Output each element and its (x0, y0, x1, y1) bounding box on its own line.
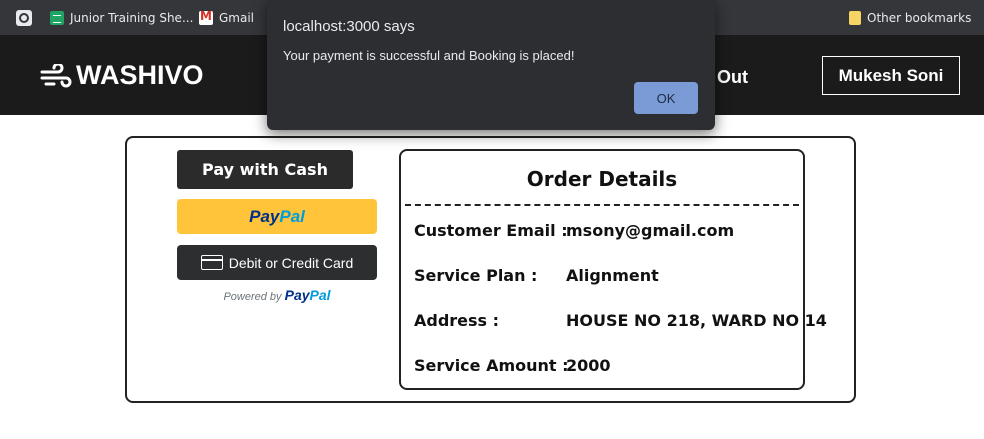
paypal-logo-pay: Pay (249, 206, 280, 226)
folder-icon (849, 11, 861, 25)
pay-with-cash-button[interactable]: Pay with Cash (177, 150, 353, 189)
logo[interactable]: WASHIVO (40, 60, 204, 91)
credit-card-icon (200, 255, 223, 270)
customer-email-label: Customer Email : (414, 221, 568, 240)
powered-by-paypal: Powered by PayPal (177, 287, 377, 303)
search-icon (16, 10, 32, 26)
powered-paypal-pal: Pal (309, 287, 331, 303)
bookmark-other[interactable]: Other bookmarks (849, 9, 971, 27)
dialog-title: localhost:3000 says (283, 18, 415, 35)
powered-by-text: Powered by (223, 291, 282, 303)
service-amount-label: Service Amount : (414, 356, 569, 375)
order-details-panel: Order Details Customer Email : msony@gma… (399, 149, 827, 390)
service-plan-label: Service Plan : (414, 266, 538, 285)
sheets-icon (50, 11, 64, 25)
powered-paypal-pay: Pay (284, 287, 310, 303)
service-amount-value: 2000 (566, 356, 611, 375)
bookmark-junior-training[interactable]: Junior Training She... (50, 9, 193, 27)
bookmark-search[interactable] (16, 9, 32, 27)
dashed-divider (405, 204, 799, 206)
card-button-label: Debit or Credit Card (228, 254, 354, 271)
dialog-message: Your payment is successful and Booking i… (283, 48, 575, 63)
gmail-icon (199, 9, 213, 25)
customer-email-value: msony@gmail.com (566, 221, 735, 240)
wind-icon (40, 63, 72, 87)
paypal-button[interactable]: Pay Pal (177, 199, 377, 234)
alert-dialog: localhost:3000 says Your payment is succ… (267, 0, 715, 130)
debit-credit-card-button[interactable]: Debit or Credit Card (177, 245, 377, 280)
ok-button[interactable]: OK (634, 82, 698, 114)
user-profile-button[interactable]: Mukesh Soni (822, 56, 960, 95)
bookmark-label: Other bookmarks (867, 11, 972, 25)
bookmark-label: Junior Training She... (70, 11, 194, 25)
bookmark-label: Gmail (219, 11, 255, 25)
address-label: Address : (414, 311, 500, 330)
service-plan-value: Alignment (566, 266, 659, 285)
logo-text: WASHIVO (76, 60, 204, 90)
order-details-title: Order Details (526, 167, 678, 191)
bookmark-gmail[interactable]: Gmail (199, 9, 254, 27)
paypal-logo-pal: Pal (279, 206, 305, 226)
address-value: HOUSE NO 218, WARD NO 14 (566, 311, 827, 330)
